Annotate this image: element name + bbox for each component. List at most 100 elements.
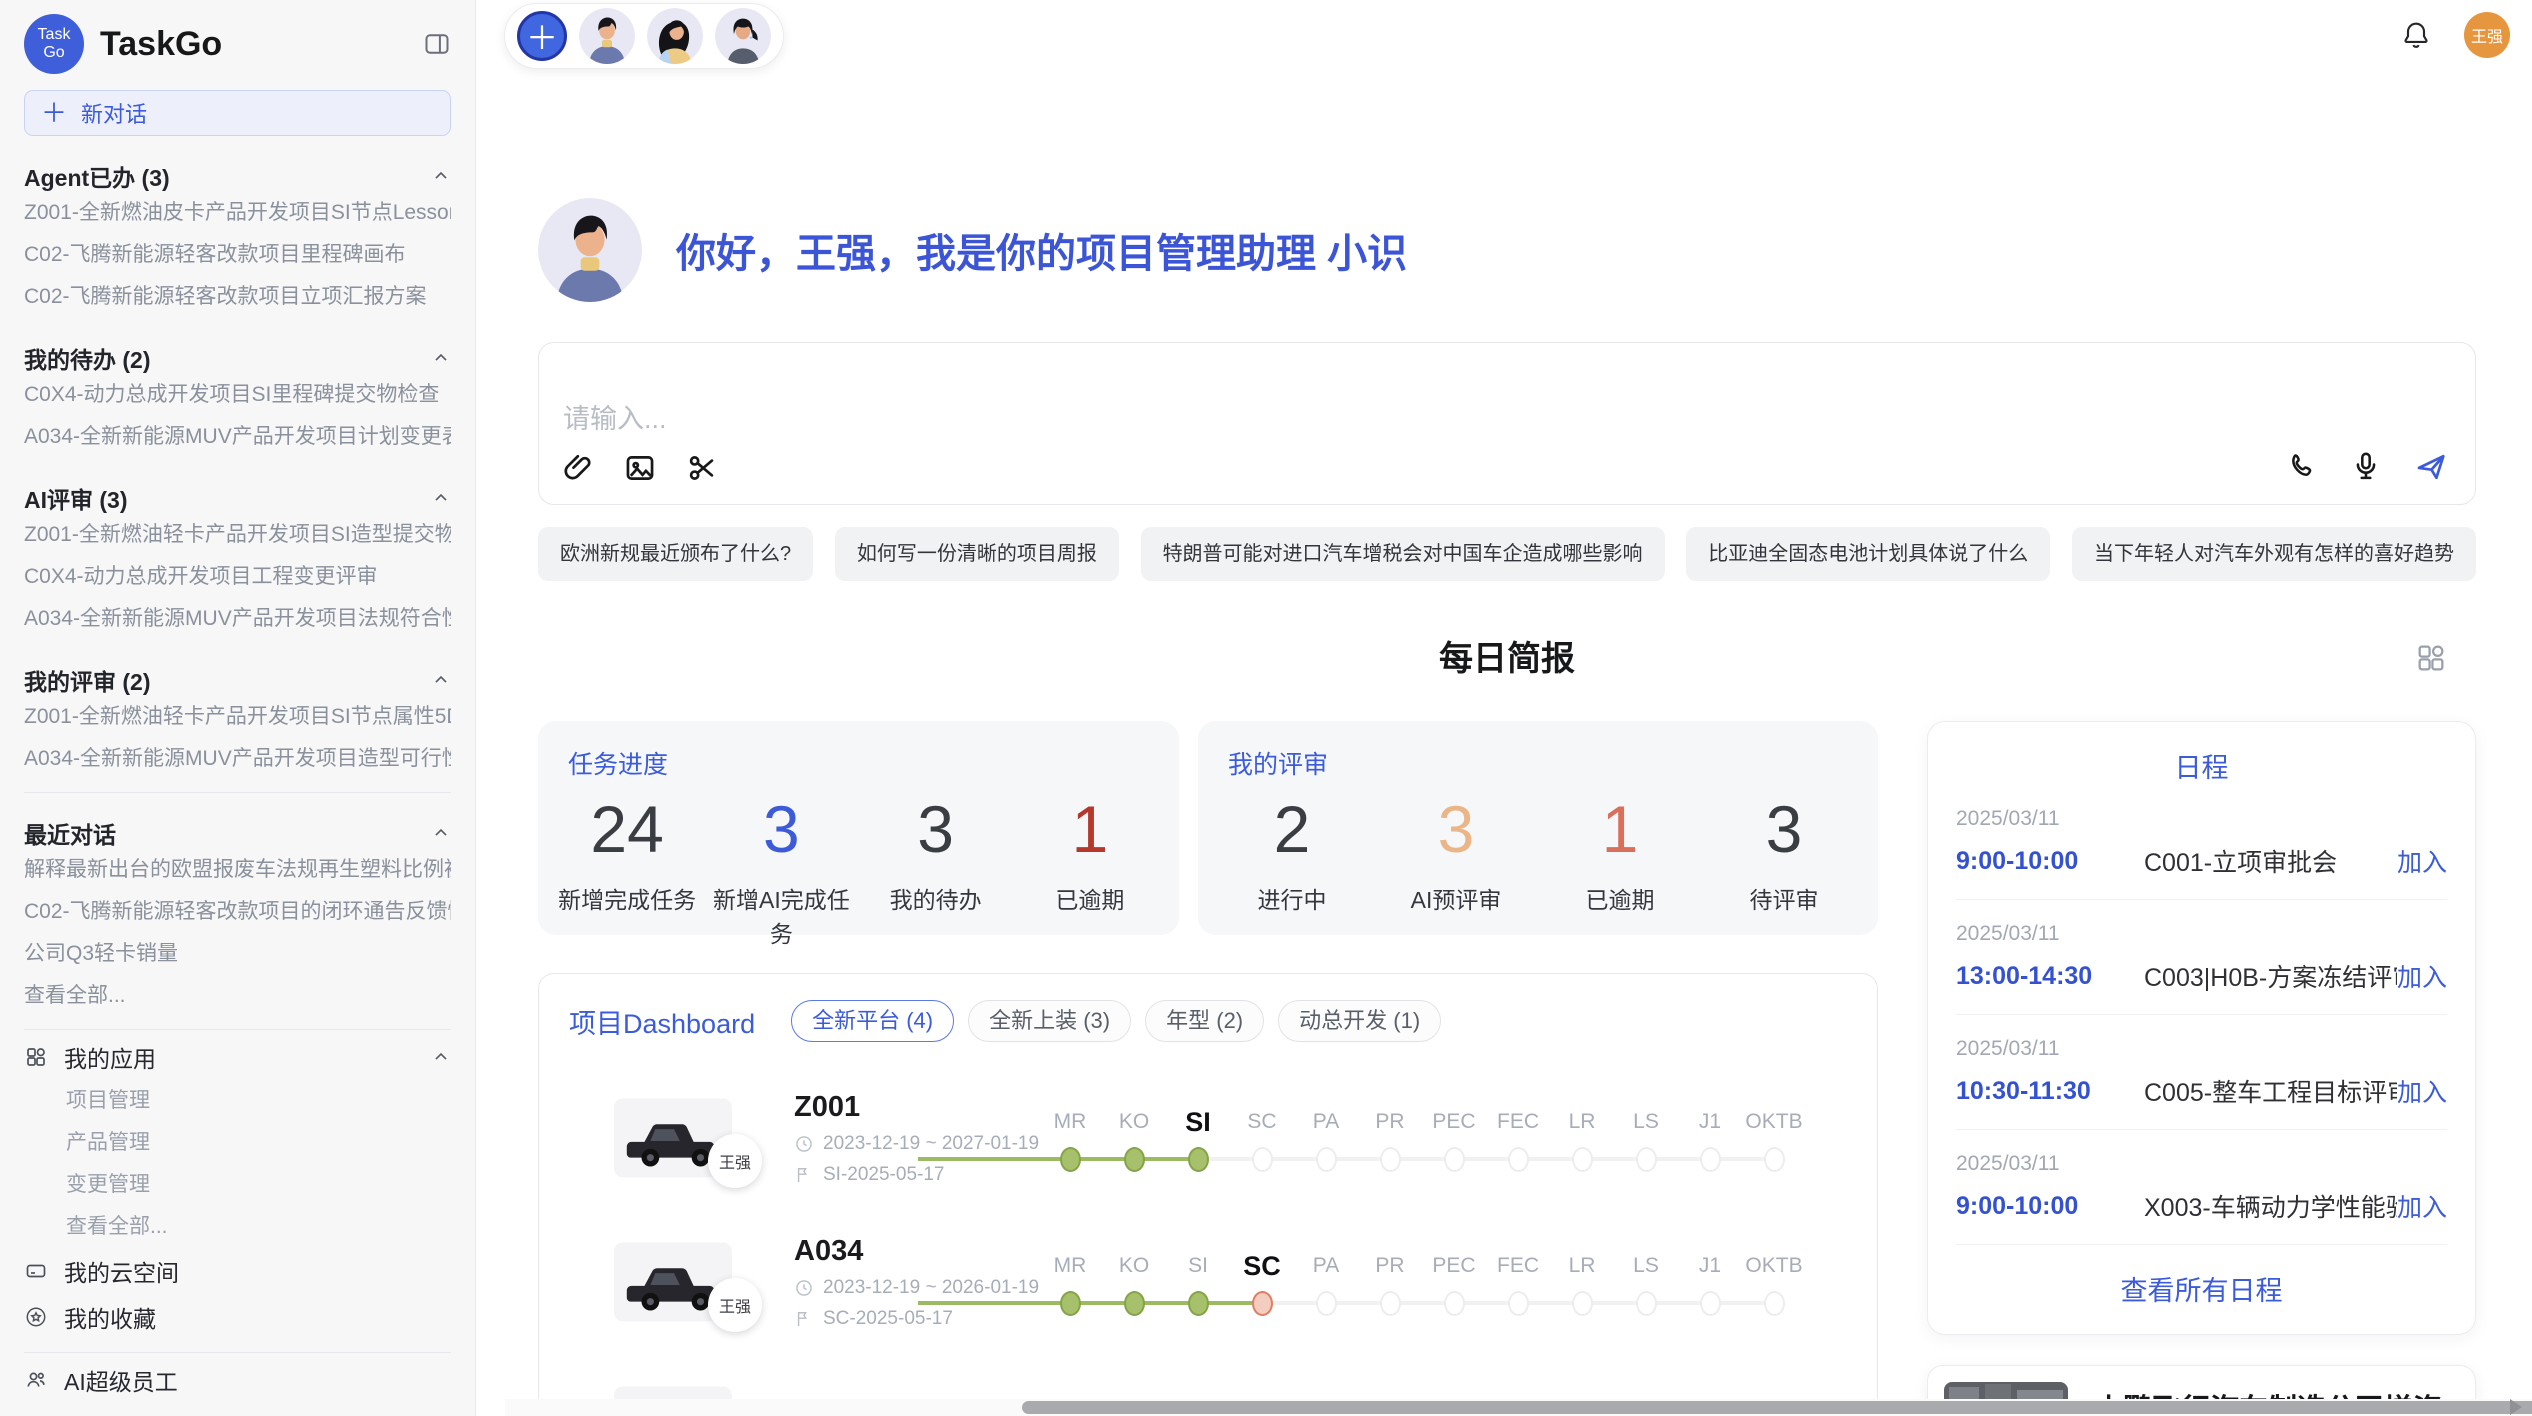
join-link[interactable]: 加入 (2397, 1073, 2447, 1109)
milestone-node (1636, 1147, 1657, 1172)
sidebar-item[interactable]: C0X4-动力总成开发项目工程变更评审 (24, 556, 451, 598)
chevron-icon[interactable] (431, 348, 451, 368)
view-all-schedule-link[interactable]: 查看所有日程 (1956, 1269, 2447, 1308)
dashboard-tab[interactable]: 年型 (2) (1145, 1000, 1264, 1042)
recent-conversation-item[interactable]: C02-飞腾新能源轻客改款项目的闭环通告反馈情况 (24, 891, 451, 933)
stat-value: 1 (1538, 787, 1702, 871)
schedule-time: 9:00-10:00 (1956, 1192, 2144, 1221)
project-flag: SI-2025-05-17 (794, 1164, 1032, 1186)
composer[interactable] (538, 342, 2476, 505)
layout-grid-icon[interactable] (2414, 641, 2448, 675)
schedule-date: 2025/03/11 (1956, 922, 2447, 946)
sidebar-section-header[interactable]: AI评审 (3) (24, 482, 451, 514)
sidebar-item[interactable]: C02-飞腾新能源轻客改款项目立项汇报方案 (24, 276, 451, 318)
chevron-icon[interactable] (431, 166, 451, 186)
recent-conversation-item[interactable]: 解释最新出台的欧盟报废车法规再生塑料比例被调至15%... (24, 849, 451, 891)
project-row[interactable]: 王强Z0012023-12-19 ~ 2027-01-19SI-2025-05-… (569, 1090, 1847, 1186)
sidebar-item[interactable]: C0X4-动力总成开发项目SI里程碑提交物检查 (24, 374, 451, 416)
mic-icon[interactable] (2349, 449, 2383, 490)
project-dates: 2023-12-19 ~ 2027-01-19 (794, 1133, 1032, 1155)
sidebar-sections: Agent已办 (3)Z001-全新燃油皮卡产品开发项目SI节点Lesson L… (24, 160, 451, 1017)
sidebar-section-header-recent[interactable]: 最近对话 (24, 817, 451, 849)
dashboard-tab[interactable]: 全新上装 (3) (968, 1000, 1131, 1042)
sidebar-item[interactable]: C02-飞腾新能源轻客改款项目里程碑画布 (24, 234, 451, 276)
chevron-icon[interactable] (431, 823, 451, 843)
milestone-node (1124, 1147, 1145, 1172)
sidebar-section-header[interactable]: 我的评审 (2) (24, 664, 451, 696)
milestone-J1: J1 (1678, 1249, 1742, 1316)
milestone-LS: LS (1614, 1249, 1678, 1316)
dashboard-tab[interactable]: 动总开发 (1) (1278, 1000, 1441, 1042)
sidebar-item[interactable]: Z001-全新燃油轻卡产品开发项目SI造型提交物评审 (24, 514, 451, 556)
milestone-node (1188, 1291, 1209, 1316)
project-flag: SC-2025-05-17 (794, 1308, 1032, 1330)
divider (24, 1352, 451, 1353)
chevron-icon[interactable] (431, 488, 451, 508)
project-row[interactable]: 王强A0342023-12-19 ~ 2026-01-19SC-2025-05-… (569, 1234, 1847, 1330)
recent-conversation-item[interactable]: 公司Q3轻卡销量 (24, 933, 451, 975)
sidebar-header: Task Go TaskGo (24, 14, 451, 74)
milestone-node (1380, 1147, 1401, 1172)
milestone-node (1188, 1147, 1209, 1172)
suggestion-chip[interactable]: 特朗普可能对进口汽车增税会对中国车企造成哪些影响 (1141, 527, 1665, 581)
app-title: TaskGo (100, 25, 407, 64)
app-root: Task Go TaskGo ＋ 新对话 Agent已办 (3)Z001-全新燃… (0, 0, 2532, 1416)
sidebar-section-header[interactable]: Agent已办 (3) (24, 160, 451, 192)
sidebar-item-drive[interactable]: 我的云空间 (24, 1248, 451, 1294)
phone-icon[interactable] (2285, 449, 2319, 490)
milestone-SI: SI (1166, 1249, 1230, 1316)
milestone-node (1572, 1147, 1593, 1172)
sidebar-tool-people[interactable]: AI超级员工 (24, 1357, 451, 1403)
dashboard-title: 项目Dashboard (569, 1002, 755, 1041)
message-input[interactable] (561, 395, 1661, 445)
sidebar-app-item[interactable]: 项目管理 (24, 1080, 451, 1122)
milestone-MR: MR (1038, 1105, 1102, 1172)
join-link[interactable]: 加入 (2397, 1188, 2447, 1224)
horizontal-scrollbar-track[interactable] (505, 1399, 2532, 1416)
chevron-icon[interactable] (431, 1047, 451, 1067)
schedule-title: 日程 (1956, 746, 2447, 785)
app-logo: Task Go (24, 14, 84, 74)
stat: 1已逾期 (1013, 787, 1167, 949)
sidebar-app-item[interactable]: 变更管理 (24, 1164, 451, 1206)
schedule-card: 日程 2025/03/119:00-10:00C001-立项审批会加入2025/… (1927, 721, 2476, 1335)
dashboard-tab[interactable]: 全新平台 (4) (791, 1000, 954, 1042)
sidebar-item[interactable]: A034-全新新能源MUV产品开发项目造型可行性评审 (24, 738, 451, 780)
milestone-node (1124, 1291, 1145, 1316)
chevron-icon[interactable] (431, 670, 451, 690)
schedule-time: 9:00-10:00 (1956, 847, 2144, 876)
stat-label: 我的待办 (859, 881, 1013, 915)
sidebar-item[interactable]: Z001-全新燃油皮卡产品开发项目SI节点Lesson Learn报告 (24, 192, 451, 234)
content: 你好，王强，我是你的项目管理助理 小识 欧洲新规最近颁布了什么?如何写一份清晰的… (538, 0, 2476, 1416)
sidebar-item[interactable]: Z001-全新燃油轻卡产品开发项目SI节点属性5D文件评审 (24, 696, 451, 738)
join-link[interactable]: 加入 (2397, 958, 2447, 994)
join-link[interactable]: 加入 (2397, 843, 2447, 879)
sidebar-section-header[interactable]: 我的待办 (2) (24, 342, 451, 374)
sidebar-item-my-apps[interactable]: 我的应用 (24, 1034, 451, 1080)
suggestion-chip[interactable]: 欧洲新规最近颁布了什么? (538, 527, 813, 581)
suggestion-chip[interactable]: 当下年轻人对汽车外观有怎样的喜好趋势 (2072, 527, 2476, 581)
sidebar-item[interactable]: A034-全新新能源MUV产品开发项目法规符合性评审 (24, 598, 451, 640)
sidebar-item[interactable]: A034-全新新能源MUV产品开发项目计划变更表编写 (24, 416, 451, 458)
assistant-avatar (538, 198, 642, 302)
stat-value: 3 (859, 787, 1013, 871)
sidebar-collapse-icon[interactable] (423, 30, 451, 58)
suggestion-chip[interactable]: 如何写一份清晰的项目周报 (835, 527, 1119, 581)
scissors-icon[interactable] (685, 451, 719, 490)
paperclip-icon[interactable] (561, 451, 595, 490)
schedule-date: 2025/03/11 (1956, 1037, 2447, 1061)
new-chat-button[interactable]: ＋ 新对话 (24, 90, 451, 136)
sidebar-tool-write[interactable]: 帮我写作 (24, 1403, 451, 1416)
owner-badge: 王强 (708, 1278, 762, 1332)
view-all-conversations-link[interactable]: 查看全部... (24, 975, 451, 1017)
suggestion-chip[interactable]: 比亚迪全固态电池计划具体说了什么 (1686, 527, 2050, 581)
horizontal-scrollbar-thumb[interactable] (1022, 1401, 2532, 1414)
sidebar-app-item[interactable]: 查看全部... (24, 1206, 451, 1248)
milestone-node (1572, 1291, 1593, 1316)
scroll-right-arrow[interactable] (2510, 1399, 2522, 1415)
sidebar-app-item[interactable]: 产品管理 (24, 1122, 451, 1164)
stat: 3AI预评审 (1374, 787, 1538, 915)
send-icon[interactable] (2413, 449, 2449, 490)
sidebar-item-star[interactable]: 我的收藏 (24, 1294, 451, 1340)
image-icon[interactable] (623, 451, 657, 490)
